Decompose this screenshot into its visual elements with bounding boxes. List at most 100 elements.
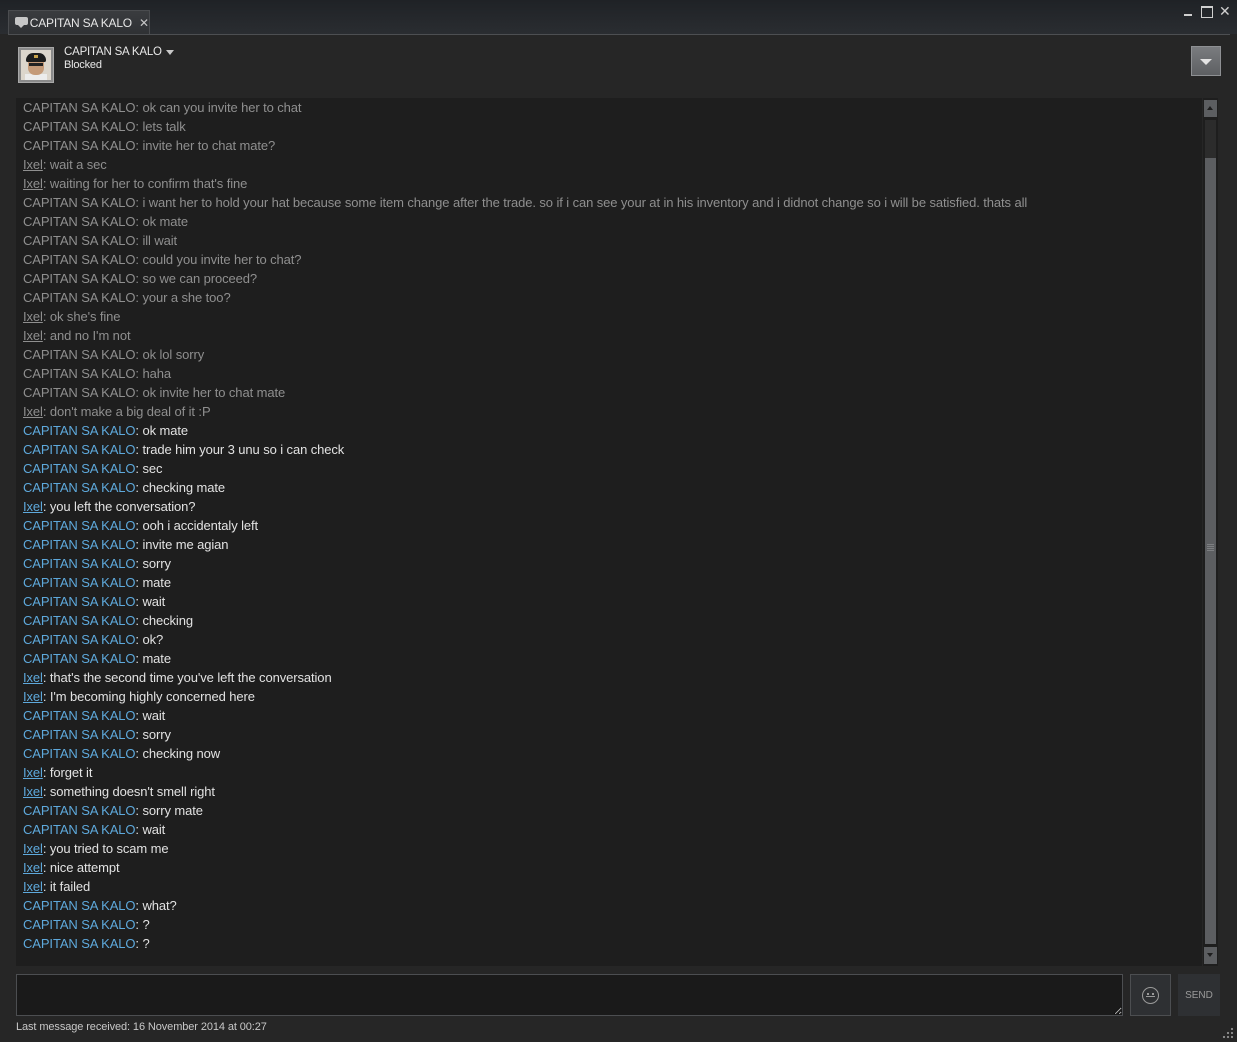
chat-message: Ixel: it failed [23, 879, 91, 894]
chat-message: CAPITAN SA KALO: sorry [23, 727, 171, 742]
message-sender: CAPITAN SA KALO [23, 822, 136, 837]
message-text: nice attempt [49, 860, 120, 875]
maximize-icon[interactable] [1201, 6, 1213, 18]
message-sender: CAPITAN SA KALO [23, 898, 136, 913]
message-text: your a she too? [142, 290, 231, 305]
scroll-down-icon[interactable] [1204, 947, 1217, 964]
message-sender[interactable]: Ixel [23, 784, 43, 799]
chat-message: CAPITAN SA KALO: invite her to chat mate… [23, 138, 276, 153]
message-text: checking mate [142, 480, 225, 495]
message-sender: CAPITAN SA KALO [23, 632, 136, 647]
chat-message: CAPITAN SA KALO: ? [23, 917, 150, 932]
message-sender: CAPITAN SA KALO [23, 556, 136, 571]
message-sender: CAPITAN SA KALO [23, 233, 136, 248]
message-text: ? [142, 917, 150, 932]
message-sender: CAPITAN SA KALO [23, 442, 136, 457]
message-sender[interactable]: Ixel [23, 879, 43, 894]
message-text: I'm becoming highly concerned here [49, 689, 255, 704]
message-sender[interactable]: Ixel [23, 841, 43, 856]
title-bar[interactable]: CAPITAN SA KALO ✕ ✕ [0, 0, 1237, 34]
message-sender: CAPITAN SA KALO [23, 537, 136, 552]
scroll-up-icon[interactable] [1204, 100, 1217, 117]
chat-message: CAPITAN SA KALO: could you invite her to… [23, 252, 302, 267]
chat-message: Ixel: you left the conversation? [23, 499, 196, 514]
message-text: ok invite her to chat mate [142, 385, 286, 400]
message-text: wait a sec [49, 157, 107, 172]
chat-message: Ixel: wait a sec [23, 157, 107, 172]
message-text: ok lol sorry [142, 347, 205, 362]
emoticon-icon [1142, 987, 1159, 1004]
message-sender[interactable]: Ixel [23, 670, 43, 685]
message-sender: CAPITAN SA KALO [23, 423, 136, 438]
chat-message: Ixel: forget it [23, 765, 93, 780]
message-text: and no I'm not [49, 328, 131, 343]
friend-name[interactable]: CAPITAN SA KALO [64, 46, 162, 58]
chat-options-button[interactable] [1191, 46, 1221, 76]
chat-message: CAPITAN SA KALO: lets talk [23, 119, 186, 134]
chat-message: CAPITAN SA KALO: ok? [23, 632, 164, 647]
chat-message: CAPITAN SA KALO: ok can you invite her t… [23, 100, 302, 115]
message-sender[interactable]: Ixel [23, 309, 43, 324]
message-text: invite me agian [142, 537, 229, 552]
message-sender[interactable]: Ixel [23, 860, 43, 875]
message-sender[interactable]: Ixel [23, 689, 43, 704]
message-text: ok she's fine [49, 309, 121, 324]
avatar[interactable] [18, 47, 54, 83]
chat-message: CAPITAN SA KALO: ok mate [23, 214, 188, 229]
message-text: checking now [142, 746, 221, 761]
message-sender: CAPITAN SA KALO [23, 290, 136, 305]
chat-message: CAPITAN SA KALO: ooh i accidentaly left [23, 518, 259, 533]
message-text: sorry [142, 727, 171, 742]
message-text: ooh i accidentaly left [142, 518, 259, 533]
resize-grip-icon[interactable] [1222, 1027, 1234, 1039]
chat-message: CAPITAN SA KALO: ? [23, 936, 150, 951]
message-sender: CAPITAN SA KALO [23, 708, 136, 723]
chat-message: CAPITAN SA KALO: checking [23, 613, 193, 628]
message-sender: CAPITAN SA KALO [23, 594, 136, 609]
message-text: checking [142, 613, 193, 628]
chat-message: CAPITAN SA KALO: sec [23, 461, 163, 476]
last-message-status: Last message received: 16 November 2014 … [16, 1021, 267, 1033]
message-text: that's the second time you've left the c… [49, 670, 332, 685]
tab-title: CAPITAN SA KALO [29, 15, 132, 30]
message-sender[interactable]: Ixel [23, 765, 43, 780]
chat-log[interactable]: CAPITAN SA KALO: ok can you invite her t… [16, 98, 1202, 966]
message-sender[interactable]: Ixel [23, 328, 43, 343]
message-sender: CAPITAN SA KALO [23, 214, 136, 229]
message-sender: CAPITAN SA KALO [23, 100, 136, 115]
message-sender: CAPITAN SA KALO [23, 195, 136, 210]
emoticon-button[interactable] [1130, 974, 1171, 1016]
close-icon[interactable]: ✕ [1219, 4, 1231, 18]
chat-message: CAPITAN SA KALO: ok invite her to chat m… [23, 385, 286, 400]
message-sender[interactable]: Ixel [23, 176, 43, 191]
header-divider [8, 34, 1230, 35]
chat-message: CAPITAN SA KALO: wait [23, 594, 166, 609]
chevron-down-icon[interactable] [166, 50, 174, 55]
chat-message: Ixel: I'm becoming highly concerned here [23, 689, 255, 704]
scroll-thumb[interactable] [1205, 158, 1216, 944]
message-sender[interactable]: Ixel [23, 157, 43, 172]
message-sender: CAPITAN SA KALO [23, 347, 136, 362]
message-sender: CAPITAN SA KALO [23, 613, 136, 628]
message-text: wait [142, 708, 166, 723]
avatar-image [21, 50, 51, 80]
message-text: ? [142, 936, 150, 951]
message-sender[interactable]: Ixel [23, 499, 43, 514]
chat-message: CAPITAN SA KALO: haha [23, 366, 171, 381]
message-text: sorry [142, 556, 171, 571]
message-text: ill wait [142, 233, 178, 248]
send-button[interactable]: SEND [1178, 974, 1220, 1016]
minimize-icon[interactable] [1182, 4, 1194, 16]
message-input[interactable] [16, 974, 1123, 1016]
chat-message: CAPITAN SA KALO: wait [23, 822, 166, 837]
message-text: lets talk [142, 119, 186, 134]
message-text: trade him your 3 unu so i can check [142, 442, 345, 457]
message-text: mate [142, 651, 171, 666]
tab-close-icon[interactable]: ✕ [139, 16, 149, 30]
chat-message: Ixel: you tried to scam me [23, 841, 169, 856]
chat-message: Ixel: don't make a big deal of it :P [23, 404, 211, 419]
message-text: you tried to scam me [49, 841, 169, 856]
chat-scrollbar[interactable] [1203, 98, 1218, 966]
chat-tab[interactable]: CAPITAN SA KALO ✕ [8, 10, 150, 34]
message-sender[interactable]: Ixel [23, 404, 43, 419]
